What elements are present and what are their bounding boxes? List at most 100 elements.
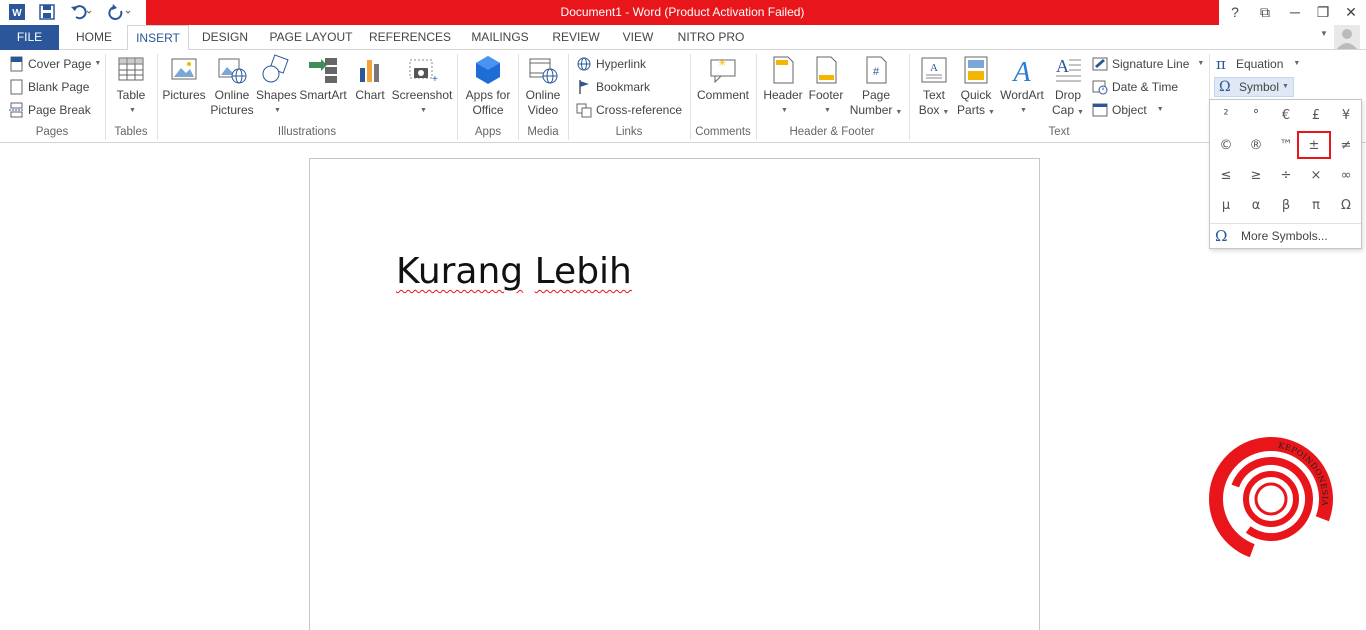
- tab-view[interactable]: VIEW: [614, 25, 662, 50]
- shapes-button[interactable]: Shapes ▼: [256, 54, 297, 118]
- chart-button[interactable]: Chart: [351, 54, 389, 103]
- page-break-label: Page Break: [28, 103, 91, 117]
- tab-mailings[interactable]: MAILINGS: [463, 25, 537, 50]
- symbol-micro[interactable]: µ: [1211, 191, 1241, 221]
- object-icon: [1092, 103, 1108, 117]
- comment-button[interactable]: ✳ Comment: [694, 54, 752, 103]
- symbol-beta[interactable]: β: [1271, 191, 1301, 221]
- symbol-not-equal[interactable]: ≠: [1331, 131, 1361, 161]
- hyperlink-icon: [577, 57, 591, 71]
- smartart-button[interactable]: SmartArt: [297, 54, 349, 103]
- table-button[interactable]: Table ▼: [110, 54, 152, 118]
- symbol-multiply[interactable]: ×: [1301, 161, 1331, 191]
- document-page[interactable]: Kurang Lebih: [309, 158, 1040, 630]
- signature-line-icon: [1092, 57, 1108, 71]
- wordart-icon: A: [1011, 57, 1031, 86]
- tab-nitro-pro[interactable]: NITRO PRO: [672, 25, 750, 50]
- cover-page-button[interactable]: Cover Page ▼: [8, 54, 101, 74]
- tab-references[interactable]: REFERENCES: [367, 25, 453, 50]
- signature-line-button[interactable]: Signature Line ▼: [1092, 54, 1204, 74]
- tab-file[interactable]: FILE: [0, 25, 59, 50]
- symbol-superscript-two[interactable]: ²: [1211, 101, 1241, 131]
- wordart-button[interactable]: A WordArt ▼: [997, 54, 1047, 118]
- help-button[interactable]: ?: [1220, 0, 1250, 25]
- group-label-links: Links: [615, 126, 643, 138]
- symbol-pound[interactable]: £: [1301, 101, 1331, 131]
- comment-label: Comment: [696, 88, 749, 102]
- symbol-divide[interactable]: ÷: [1271, 161, 1301, 191]
- symbol-alpha[interactable]: α: [1241, 191, 1271, 221]
- pictures-button[interactable]: Pictures: [161, 54, 207, 103]
- header-button[interactable]: Header ▼: [762, 54, 804, 118]
- online-video-button[interactable]: Online Video: [522, 54, 564, 118]
- apps-for-office-button[interactable]: Apps for Office: [462, 54, 514, 118]
- symbol-omega[interactable]: Ω: [1331, 191, 1361, 221]
- online-pictures-button[interactable]: Online Pictures: [209, 54, 255, 118]
- document-text[interactable]: Kurang Lebih: [396, 251, 632, 292]
- blank-page-button[interactable]: Blank Page: [8, 77, 89, 97]
- online-video-label-line1: Online: [525, 88, 561, 102]
- redo-icon[interactable]: [104, 2, 134, 22]
- hyperlink-label: Hyperlink: [596, 57, 647, 71]
- save-icon[interactable]: [36, 2, 58, 22]
- symbol-euro[interactable]: €: [1271, 101, 1301, 131]
- drop-cap-button[interactable]: A Drop Cap ▼: [1048, 54, 1088, 120]
- symbol-copyright[interactable]: ©: [1211, 131, 1241, 161]
- symbol-plus-minus[interactable]: ±: [1297, 131, 1331, 159]
- bookmark-label: Bookmark: [596, 80, 651, 94]
- symbol-greater-equal[interactable]: ≥: [1241, 161, 1271, 191]
- undo-icon[interactable]: [66, 2, 96, 22]
- document-canvas[interactable]: Kurang Lebih: [0, 143, 1366, 630]
- ribbon-display-options-button[interactable]: ⧉: [1250, 0, 1280, 25]
- symbol-yen[interactable]: ¥: [1331, 101, 1361, 131]
- misspelled-word[interactable]: Lebih: [535, 251, 632, 292]
- misspelled-word[interactable]: Kurang: [396, 251, 523, 292]
- maximize-button[interactable]: ❐: [1308, 0, 1338, 25]
- bookmark-button[interactable]: Bookmark: [576, 77, 650, 97]
- apps-for-office-label-line2: Office: [472, 103, 504, 117]
- close-button[interactable]: ✕: [1336, 0, 1366, 25]
- equation-button[interactable]: π Equation ▼: [1216, 54, 1300, 74]
- page-number-button[interactable]: # Page Number ▼: [848, 54, 904, 120]
- quick-parts-label-line1: Quick: [960, 88, 992, 102]
- svg-text:+: +: [432, 74, 438, 85]
- minimize-button[interactable]: ─: [1280, 0, 1310, 25]
- avatar[interactable]: [1334, 25, 1360, 49]
- cross-reference-button[interactable]: Cross-reference: [576, 100, 682, 120]
- text-box-label-line2: Box: [918, 103, 940, 117]
- footer-button[interactable]: Footer ▼: [806, 54, 846, 118]
- tab-home[interactable]: HOME: [66, 25, 122, 50]
- title-bar: W Document1 - Word (Product Activation F…: [0, 0, 1366, 25]
- quick-parts-button[interactable]: Quick Parts ▼: [956, 54, 996, 120]
- symbol-dropdown: ² ° € £ ¥ © ® ™ ± ≠ ≤ ≥ ÷ × ∞ µ α β π Ω …: [1209, 99, 1362, 249]
- tab-page-layout[interactable]: PAGE LAYOUT: [265, 25, 357, 50]
- tab-insert[interactable]: INSERT: [127, 25, 189, 51]
- date-time-button[interactable]: Date & Time: [1092, 77, 1178, 97]
- symbol-degree[interactable]: °: [1241, 101, 1271, 131]
- chevron-down-icon: ▼: [1077, 109, 1084, 116]
- group-label-comments: Comments: [695, 126, 751, 138]
- word-logo-icon[interactable]: W: [6, 2, 28, 22]
- screenshot-button[interactable]: + Screenshot ▼: [391, 54, 453, 118]
- symbol-button[interactable]: Ω Symbol ▼: [1214, 77, 1294, 97]
- tab-review[interactable]: REVIEW: [546, 25, 606, 50]
- symbol-pi[interactable]: π: [1301, 191, 1331, 221]
- chevron-down-icon: ▼: [895, 109, 903, 116]
- hyperlink-button[interactable]: Hyperlink: [576, 54, 646, 74]
- chevron-down-icon: ▼: [420, 107, 427, 114]
- page-break-button[interactable]: Page Break: [8, 100, 91, 120]
- more-symbols-button[interactable]: Ω More Symbols...: [1210, 223, 1361, 247]
- wordart-label: WordArt: [1000, 88, 1044, 102]
- omega-icon: Ω: [1215, 226, 1228, 245]
- symbol-less-equal[interactable]: ≤: [1211, 161, 1241, 191]
- chevron-down-icon: ▼: [1020, 107, 1027, 114]
- date-time-icon: [1092, 80, 1108, 95]
- symbol-registered[interactable]: ®: [1241, 131, 1271, 161]
- blank-page-label: Blank Page: [28, 80, 90, 94]
- account-dropdown-caret-icon[interactable]: ▼: [1320, 29, 1328, 38]
- chevron-down-icon: ▼: [129, 107, 136, 114]
- tab-design[interactable]: DESIGN: [195, 25, 255, 50]
- symbol-infinity[interactable]: ∞: [1331, 161, 1361, 191]
- text-box-button[interactable]: A Text Box ▼: [913, 54, 955, 120]
- object-button[interactable]: Object ▼: [1092, 100, 1164, 120]
